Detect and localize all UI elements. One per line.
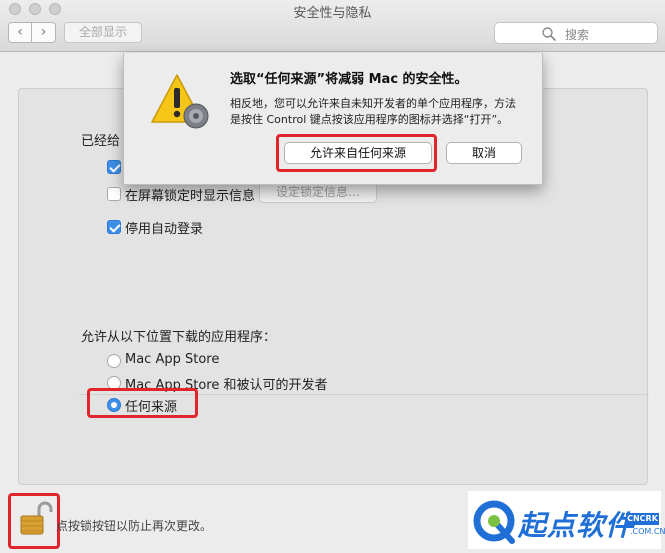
warning-triangle-icon (151, 74, 209, 129)
radio-mac-app-store[interactable] (107, 354, 121, 368)
alert-message-line-2: 是按住 Control 键点按该应用程序的图标并选择“打开”。 (230, 113, 509, 126)
lock-hint-text: 点按锁按钮以防止再次更改。 (56, 519, 213, 533)
watermark-domain: .COM.CN (630, 527, 665, 536)
alert-message-line-1: 相反地，您可以允许来自未知开发者的单个应用程序，方法 (230, 97, 516, 110)
forward-button[interactable]: › (32, 22, 56, 43)
radio-mac-app-store-label: Mac App Store (125, 352, 220, 367)
alert-title: 选取“任何来源”将减弱 Mac 的安全性。 (230, 72, 468, 87)
download-source-heading: 允许从以下位置下载的应用程序： (81, 330, 277, 345)
highlight-anywhere-option (87, 388, 198, 418)
watermark-badge: CNCRK (626, 513, 659, 525)
set-lock-message-button[interactable]: 设定锁定信息… (259, 182, 377, 203)
window-title: 安全性与隐私 (293, 6, 372, 21)
show-message-checkbox[interactable] (107, 187, 121, 201)
password-option-checkbox[interactable] (107, 160, 121, 174)
search-field[interactable]: 搜索 (494, 22, 658, 44)
watermark-brand: 起点软件 (518, 509, 635, 542)
window-titlebar: 安全性与隐私 ‹ › 全部显示 搜索 (0, 0, 665, 52)
watermark: 起点软件 CNCRK .COM.CN (468, 491, 665, 549)
cancel-button[interactable]: 取消 (446, 142, 522, 164)
highlight-allow-button (276, 134, 437, 172)
magnifier-icon (542, 27, 556, 41)
highlight-lock-button (8, 493, 60, 549)
disable-autologin-label: 停用自动登录 (125, 222, 204, 237)
show-all-button[interactable]: 全部显示 (64, 22, 142, 43)
back-button[interactable]: ‹ (8, 22, 32, 43)
password-heading: 已经给 (81, 134, 121, 149)
disable-autologin-checkbox[interactable] (107, 220, 121, 234)
show-message-label: 在屏幕锁定时显示信息 (125, 189, 256, 204)
brand-logo-icon (473, 500, 515, 544)
search-placeholder: 搜索 (565, 28, 590, 42)
